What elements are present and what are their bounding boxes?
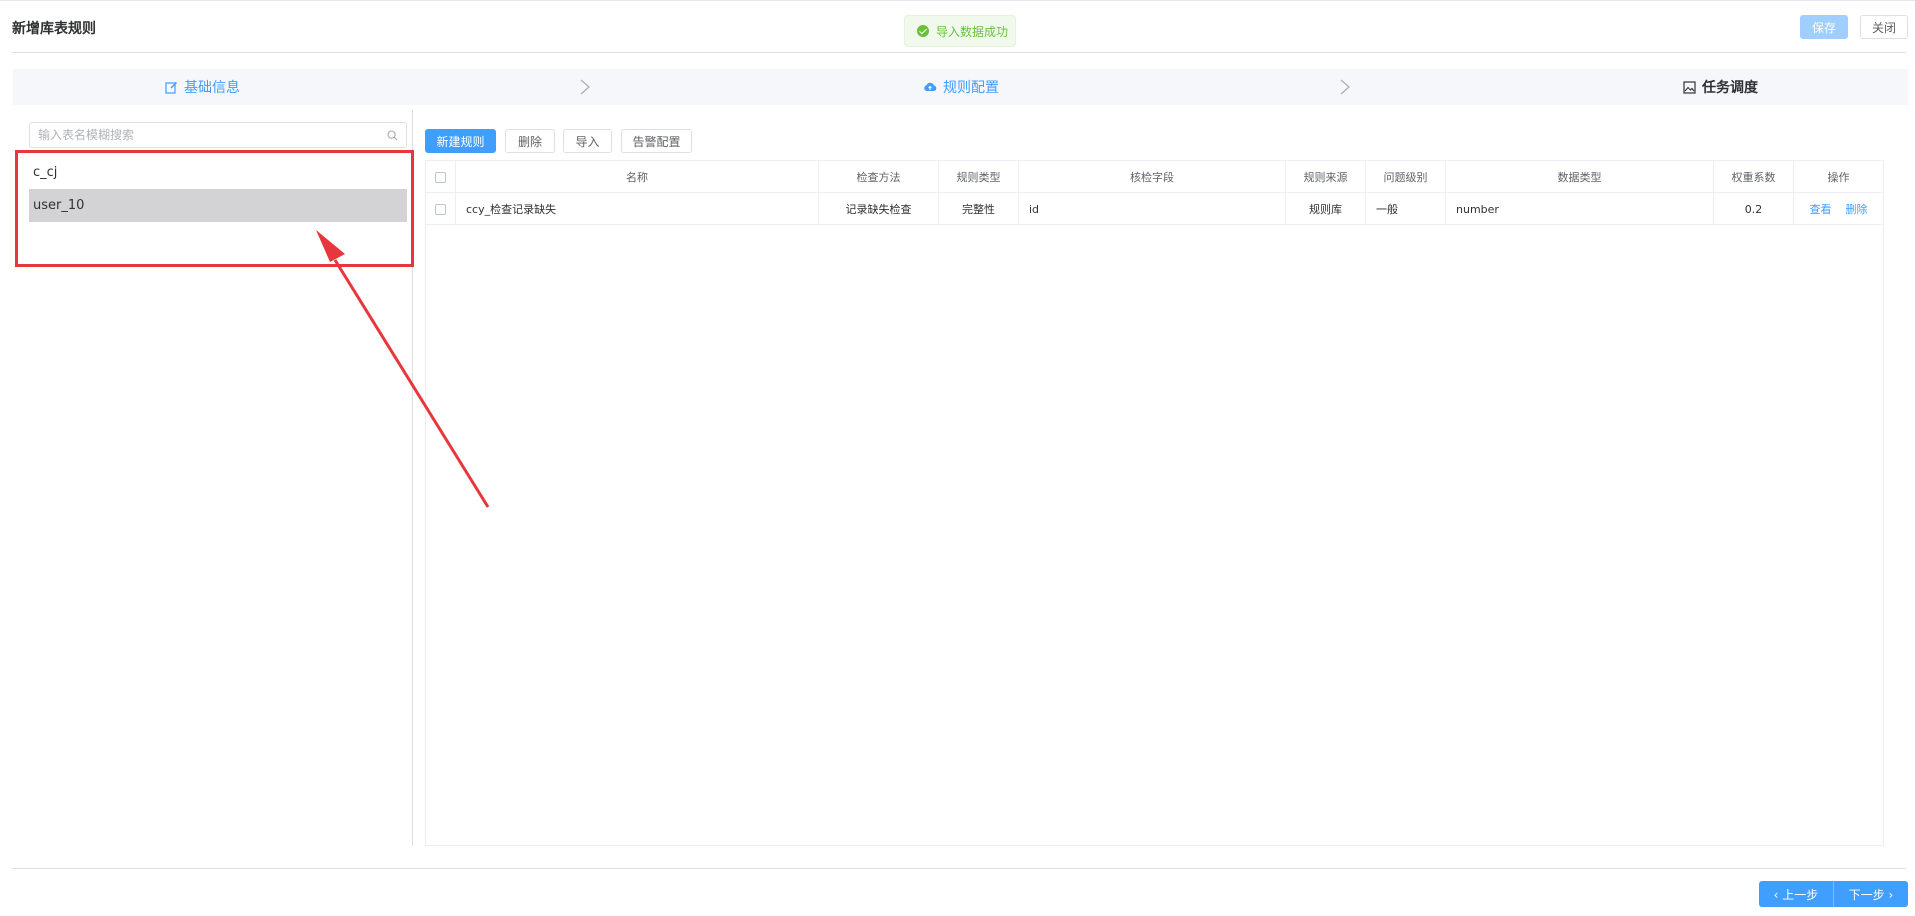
alert-config-button[interactable]: 告警配置 [621, 129, 692, 153]
row-select-cell [426, 193, 456, 225]
import-button[interactable]: 导入 [563, 129, 612, 153]
column-header: 操作 [1827, 171, 1850, 184]
next-step-button[interactable]: 下一步 › [1834, 881, 1908, 907]
step-task-schedule[interactable]: 任务调度 [1683, 69, 1758, 105]
column-header: 名称 [456, 161, 819, 193]
column-header: 核检字段 [1019, 161, 1286, 193]
column-header: 检查方法 [819, 161, 939, 193]
rule-source: 规则库 [1286, 193, 1366, 225]
delete-link[interactable]: 删除 [1846, 201, 1868, 217]
step-label: 任务调度 [1702, 80, 1758, 96]
rule-type: 完整性 [939, 193, 1019, 225]
check-circle-icon [917, 25, 929, 37]
table-list-item-selected[interactable]: user_10 [29, 189, 407, 222]
new-rule-button[interactable]: 新建规则 [425, 129, 496, 153]
delete-button[interactable]: 删除 [505, 129, 555, 153]
edit-icon [165, 81, 177, 94]
footer-divider [12, 868, 1906, 869]
table-name: user_10 [33, 198, 85, 213]
step-basic-info[interactable]: 基础信息 [165, 69, 240, 105]
success-toast: 导入数据成功 [904, 15, 1016, 47]
header: 新增库表规则 导入数据成功 保存 关闭 [0, 0, 1915, 53]
select-all-cell [426, 161, 456, 193]
row-checkbox[interactable] [435, 203, 446, 215]
view-link[interactable]: 查看 [1810, 201, 1832, 217]
chevron-right-icon [1340, 79, 1350, 95]
table-search-box [29, 122, 407, 148]
column-header: 规则来源 [1286, 161, 1366, 193]
table-search-input[interactable] [30, 123, 406, 147]
search-icon[interactable] [387, 130, 398, 141]
page-title: 新增库表规则 [12, 21, 96, 37]
close-button[interactable]: 关闭 [1860, 15, 1908, 39]
select-all-checkbox[interactable] [435, 171, 446, 183]
row-actions: 查看 删除 [1794, 193, 1883, 225]
rules-table: 名称 检查方法 规则类型 核检字段 规则来源 问题级别 数据类型 权重系数 操作… [425, 160, 1884, 846]
step-pager: ‹ 上一步 下一步 › [1759, 881, 1908, 907]
data-type: number [1446, 193, 1714, 225]
column-header: 数据类型 [1446, 161, 1714, 193]
table-header-row: 名称 检查方法 规则类型 核检字段 规则来源 问题级别 数据类型 权重系数 操作 [426, 161, 1883, 193]
weight-coefficient: 0.2 [1714, 193, 1794, 225]
rule-name: ccy_检查记录缺失 [456, 193, 819, 225]
table-list-item[interactable]: c_cj [29, 156, 407, 189]
step-label: 规则配置 [943, 80, 999, 96]
toast-text: 导入数据成功 [936, 24, 1009, 39]
prev-step-button[interactable]: ‹ 上一步 [1759, 881, 1833, 907]
step-rule-config[interactable]: 规则配置 [923, 69, 999, 105]
column-header: 规则类型 [939, 161, 1019, 193]
table-row: ccy_检查记录缺失 记录缺失检查 完整性 id 规则库 一般 number 0… [426, 193, 1883, 225]
table-list-panel: c_cj user_10 [0, 110, 414, 846]
check-field: id [1019, 193, 1286, 225]
table-name: c_cj [33, 165, 58, 180]
image-icon [1683, 80, 1696, 94]
problem-level: 一般 [1366, 193, 1446, 225]
cloud-upload-icon [924, 82, 937, 91]
step-label: 基础信息 [184, 80, 240, 96]
prev-step-label: 上一步 [1782, 887, 1819, 902]
chevron-right-icon [580, 79, 590, 95]
check-method: 记录缺失检查 [819, 193, 939, 225]
next-step-label: 下一步 [1848, 887, 1885, 902]
save-button[interactable]: 保存 [1800, 15, 1848, 39]
column-header: 问题级别 [1366, 161, 1446, 193]
column-header: 权重系数 [1714, 161, 1794, 193]
header-divider [12, 52, 1906, 53]
page: 新增库表规则 导入数据成功 保存 关闭 基础信息 规则配置 任务调度 输入表名模… [0, 0, 1915, 916]
steps-bar: 基础信息 规则配置 任务调度 [13, 69, 1908, 105]
